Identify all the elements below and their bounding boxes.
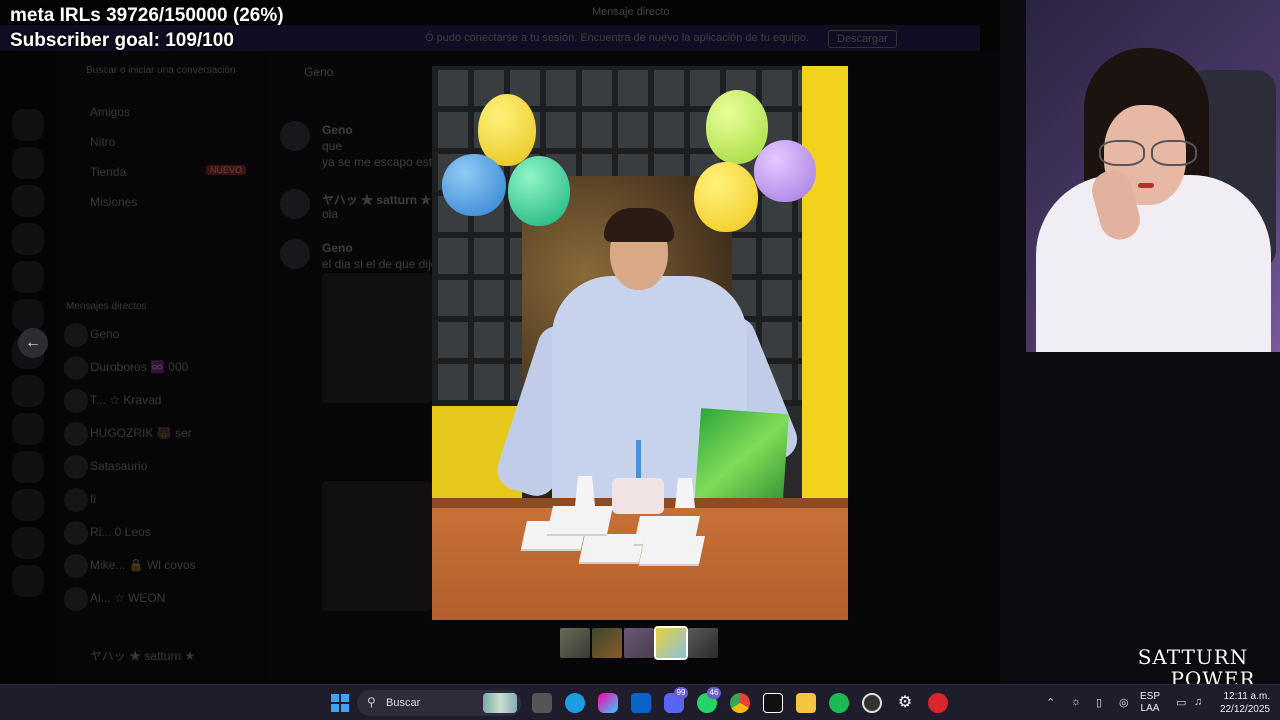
- clock[interactable]: 12:11 a.m. 22/12/2025: [1212, 690, 1270, 720]
- balloon: [478, 94, 536, 166]
- file-explorer-icon[interactable]: [532, 693, 552, 713]
- cup: [675, 478, 695, 508]
- meta-goal-text: meta IRLs 39726/150000 (26%): [10, 5, 284, 26]
- app-red-icon[interactable]: [928, 693, 948, 713]
- clock-date: 22/12/2025: [1219, 704, 1270, 715]
- windows-start-icon[interactable]: [330, 693, 350, 713]
- spotify-icon[interactable]: [829, 693, 849, 713]
- taskbar-search-box[interactable]: ⚲ Buscar: [357, 690, 521, 716]
- folder-icon[interactable]: [796, 693, 816, 713]
- thumbnail[interactable]: [592, 628, 622, 658]
- volume-icon[interactable]: ♫: [1194, 696, 1202, 708]
- copilot-icon[interactable]: [598, 693, 618, 713]
- battery-icon[interactable]: ▯: [1096, 696, 1102, 709]
- thumbnail-strip: [560, 626, 720, 660]
- steelseries-icon[interactable]: ⚙: [895, 693, 915, 713]
- thumbnail[interactable]: [624, 628, 654, 658]
- outlook-icon[interactable]: [631, 693, 651, 713]
- balloon: [508, 156, 570, 226]
- notification-badge: 99: [674, 687, 688, 699]
- capcut-icon[interactable]: [763, 693, 783, 713]
- balloon: [694, 162, 758, 232]
- microphone-icon[interactable]: ◎: [1119, 696, 1129, 709]
- gold-brick-prop: [547, 506, 613, 534]
- webcam-feed: [1026, 0, 1280, 352]
- tray-app-icon[interactable]: ☼: [1071, 696, 1081, 708]
- chrome-icon[interactable]: [730, 693, 750, 713]
- edge-icon[interactable]: [565, 693, 585, 713]
- balloon: [442, 154, 506, 216]
- taskbar-search-placeholder: Buscar: [386, 697, 421, 709]
- network-icon[interactable]: ▭: [1176, 696, 1186, 709]
- cup: [575, 476, 595, 506]
- person-hair: [604, 208, 674, 242]
- subscriber-goal-text: Subscriber goal: 109/100: [10, 30, 234, 51]
- arrow-left-icon: ←: [25, 334, 41, 351]
- notification-badge: 46: [707, 687, 721, 699]
- windows-taskbar: ⚲ Buscar 99 46 ⚙ ⌃ ☼ ▯ ◎ ESP LAA ▭ ♫ 12:…: [0, 684, 1280, 720]
- search-icon: ⚲: [367, 695, 376, 709]
- logo-line-1: SATTURN: [1137, 645, 1249, 669]
- chevron-up-icon[interactable]: ⌃: [1046, 696, 1055, 709]
- viewer-main-image: [432, 66, 848, 620]
- clock-time: 12:11 a.m.: [1223, 691, 1270, 702]
- candle: [636, 440, 641, 480]
- thumbnail-active[interactable]: [654, 626, 688, 660]
- balloon: [754, 140, 816, 202]
- thumbnail[interactable]: [688, 628, 718, 658]
- yellow-wall: [802, 66, 848, 501]
- language-code: ESP: [1140, 691, 1161, 702]
- discord-icon[interactable]: 99: [664, 687, 688, 713]
- cake: [612, 478, 664, 514]
- obs-icon[interactable]: [862, 693, 882, 713]
- thumbnail[interactable]: [560, 628, 590, 658]
- gold-brick-prop: [639, 536, 705, 564]
- streamer-lips: [1138, 183, 1154, 188]
- keyboard-layout: LAA: [1140, 703, 1160, 714]
- language-indicator[interactable]: ESP LAA: [1140, 691, 1160, 720]
- glasses: [1091, 140, 1201, 166]
- search-highlight-icon: [483, 693, 517, 713]
- screen: { "background_app": { "title": "Mensaje …: [0, 0, 1280, 720]
- whatsapp-icon[interactable]: 46: [697, 687, 721, 713]
- back-arrow-button[interactable]: ←: [18, 328, 48, 358]
